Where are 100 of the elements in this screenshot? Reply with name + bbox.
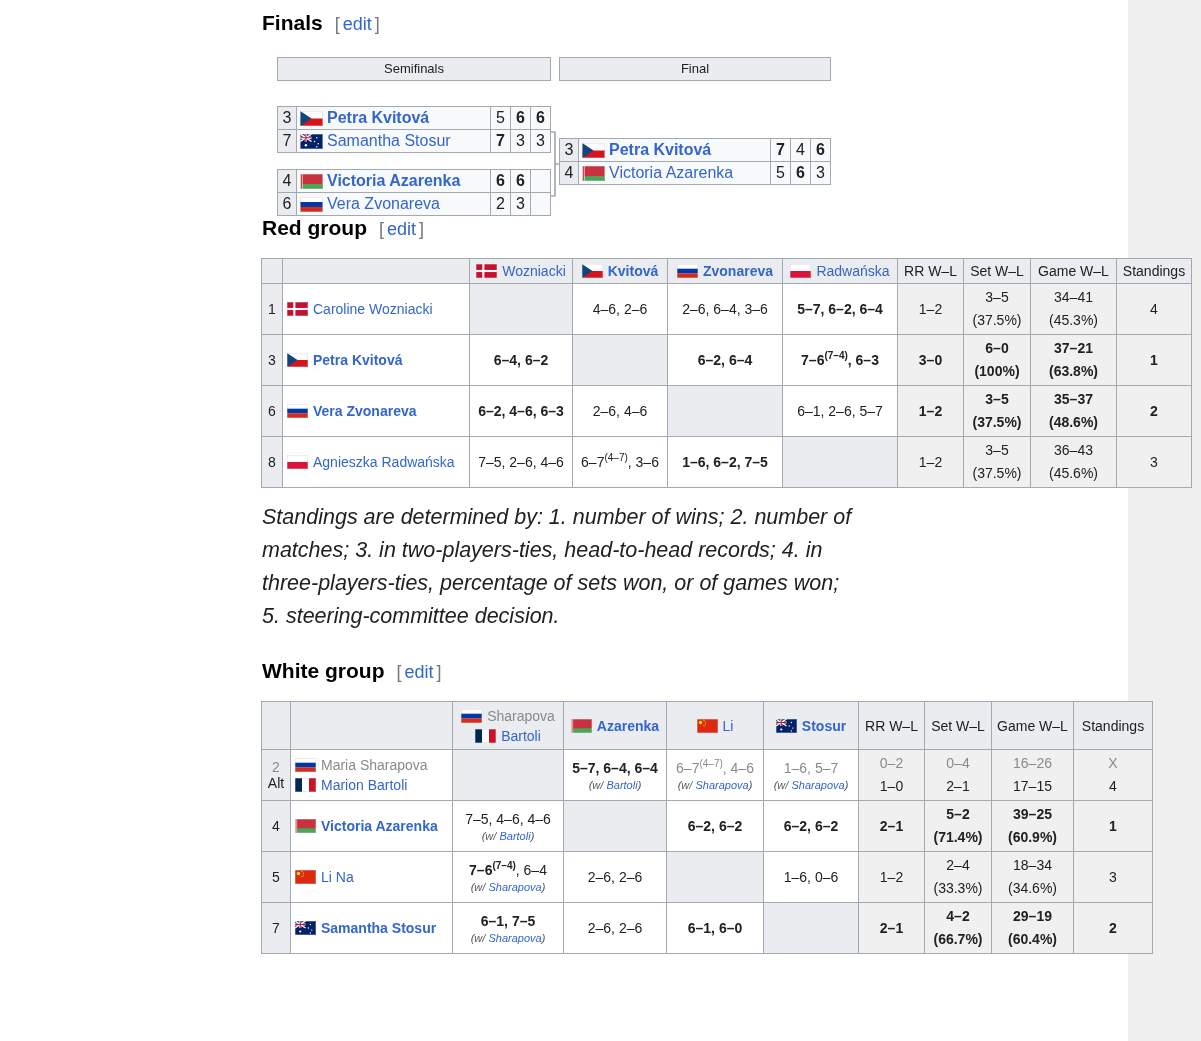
score-text: 7–6$^{(7–4)}$, 6–4 — [468, 861, 548, 878]
player-link[interactable]: Samantha Stosur — [327, 132, 451, 149]
stat-value: 5–2 — [945, 805, 971, 824]
player-link[interactable]: Bartoli — [606, 778, 638, 791]
stat-value: 16–26 — [1012, 754, 1053, 773]
seed-number: 3 — [282, 109, 292, 126]
player-link[interactable]: Victoria Azarenka — [609, 164, 734, 181]
player-link[interactable]: Sharapova — [487, 707, 555, 724]
score-text: 3 — [516, 132, 525, 149]
seed-number: 7 — [271, 920, 281, 936]
edit-link[interactable]: edit — [387, 219, 417, 240]
stat-value: 1–2 — [917, 452, 944, 472]
score-text: 7 — [776, 141, 785, 158]
score-text: 6 — [516, 172, 525, 189]
stat-value: 2 — [1149, 401, 1159, 421]
section-heading: Finals — [262, 11, 323, 35]
stat-value: (60.9%) — [1007, 828, 1058, 847]
player-link[interactable]: Stosur — [801, 717, 847, 734]
stat-value: 0–2 — [878, 754, 905, 773]
seed-number: 1 — [267, 301, 277, 317]
stat-value: 4–2 — [945, 907, 971, 926]
stat-value: 34–41 — [1053, 288, 1094, 307]
stat-value: 4 — [1108, 777, 1118, 796]
seed-number: 4 — [282, 172, 292, 189]
score-text: 6–2, 6–4 — [696, 352, 754, 368]
stat-value: 1 — [1108, 816, 1118, 836]
stat-value: 3–0 — [917, 350, 944, 370]
seed-number: 2 — [271, 759, 281, 775]
player-link[interactable]: Kvitová — [607, 263, 659, 279]
stat-value: (63.8%) — [1048, 362, 1099, 381]
player-link[interactable]: Bartoli — [499, 829, 531, 842]
player-link[interactable]: Sharapova — [791, 778, 845, 791]
player-link[interactable]: Victoria Azarenka — [321, 818, 438, 834]
score-text: 6–7$^{(4–7)}$, 4–6 — [675, 759, 755, 776]
score-note: (w/ Sharapova) — [772, 778, 850, 791]
score-text: 5 — [776, 164, 785, 181]
player-link[interactable]: Radwańska — [816, 263, 890, 279]
score-text: 6–1, 7–5 — [479, 912, 537, 929]
column-header: Game W–L — [997, 717, 1068, 734]
player-link[interactable]: Victoria Azarenka — [327, 172, 461, 189]
edit-bracket: [ — [334, 14, 340, 35]
player-link[interactable]: Zvonareva — [702, 263, 773, 279]
stat-value: 3 — [1108, 867, 1118, 887]
score-text: 6–7$^{(4–7)}$, 3–6 — [580, 454, 660, 470]
edit-bracket: ] — [374, 14, 380, 35]
seed-number: 8 — [267, 454, 277, 470]
score-text: 6 — [496, 172, 505, 189]
seed-number: 6 — [267, 403, 277, 419]
player-link[interactable]: Petra Kvitová — [609, 141, 712, 158]
stat-value: 2–1 — [945, 777, 971, 796]
edit-link[interactable]: edit — [342, 14, 372, 35]
column-header: Set W–L — [970, 263, 1024, 279]
player-link[interactable]: Sharapova — [695, 778, 749, 791]
player-link[interactable]: Marion Bartoli — [321, 777, 408, 793]
player-link[interactable]: Li Na — [321, 869, 354, 885]
seed-number: 6 — [282, 195, 292, 212]
player-link[interactable]: Agnieszka Radwańska — [313, 454, 455, 470]
round-header: Semifinals — [277, 57, 551, 81]
score-text: 6–1, 2–6, 5–7 — [796, 403, 884, 419]
stat-value: (34.6%) — [1007, 879, 1058, 898]
player-link[interactable]: Wozniacki — [502, 263, 566, 279]
player-link[interactable]: Bartoli — [501, 727, 541, 744]
score-text: 7 — [496, 132, 505, 149]
player-link[interactable]: Maria Sharapova — [321, 757, 428, 773]
player-link[interactable]: Vera Zvonareva — [313, 403, 417, 419]
stat-value: 3–5 — [984, 390, 1010, 409]
player-link[interactable]: Li — [722, 717, 734, 734]
stat-value: (100%) — [973, 362, 1021, 381]
section-heading: Red group — [262, 216, 367, 240]
score-note: (w/ Sharapova) — [469, 880, 547, 893]
score-text: 6–2, 4–6, 6–3 — [477, 403, 565, 419]
stat-value: (71.4%) — [932, 828, 984, 847]
score-text: 6–1, 6–0 — [686, 920, 744, 936]
seed-number: 3 — [564, 141, 574, 158]
score-text: 2–6, 2–6 — [586, 920, 644, 936]
player-link[interactable]: Petra Kvitová — [313, 352, 403, 368]
section-heading: White group — [262, 659, 385, 683]
round-header: Final — [559, 57, 831, 81]
stat-value: 1–2 — [878, 867, 905, 887]
player-link[interactable]: Samantha Stosur — [321, 920, 437, 936]
player-link[interactable]: Azarenka — [596, 717, 660, 734]
player-link[interactable]: Caroline Wozniacki — [313, 301, 433, 317]
stat-value: 29–19 — [1012, 907, 1053, 926]
stat-value: 1–2 — [917, 299, 944, 319]
score-text: 7–6$^{(7–4)}$, 6–3 — [800, 352, 880, 368]
score-text: 3 — [536, 132, 545, 149]
seed-number: Alt — [266, 775, 286, 791]
player-link[interactable]: Sharapova — [488, 931, 542, 944]
stat-value: (60.4%) — [1007, 930, 1058, 949]
score-text: 6 — [796, 164, 805, 181]
stat-value: (45.6%) — [1048, 464, 1099, 483]
seed-number: 4 — [271, 818, 281, 834]
player-link[interactable]: Petra Kvitová — [327, 109, 430, 126]
stat-value: 1–0 — [878, 777, 905, 796]
edit-link[interactable]: edit — [404, 662, 434, 683]
score-text: 6–2, 6–2 — [686, 818, 744, 834]
stat-value: 3 — [1149, 452, 1159, 472]
stat-value: (48.6%) — [1048, 413, 1099, 432]
player-link[interactable]: Vera Zvonareva — [327, 195, 440, 212]
player-link[interactable]: Sharapova — [488, 880, 542, 893]
